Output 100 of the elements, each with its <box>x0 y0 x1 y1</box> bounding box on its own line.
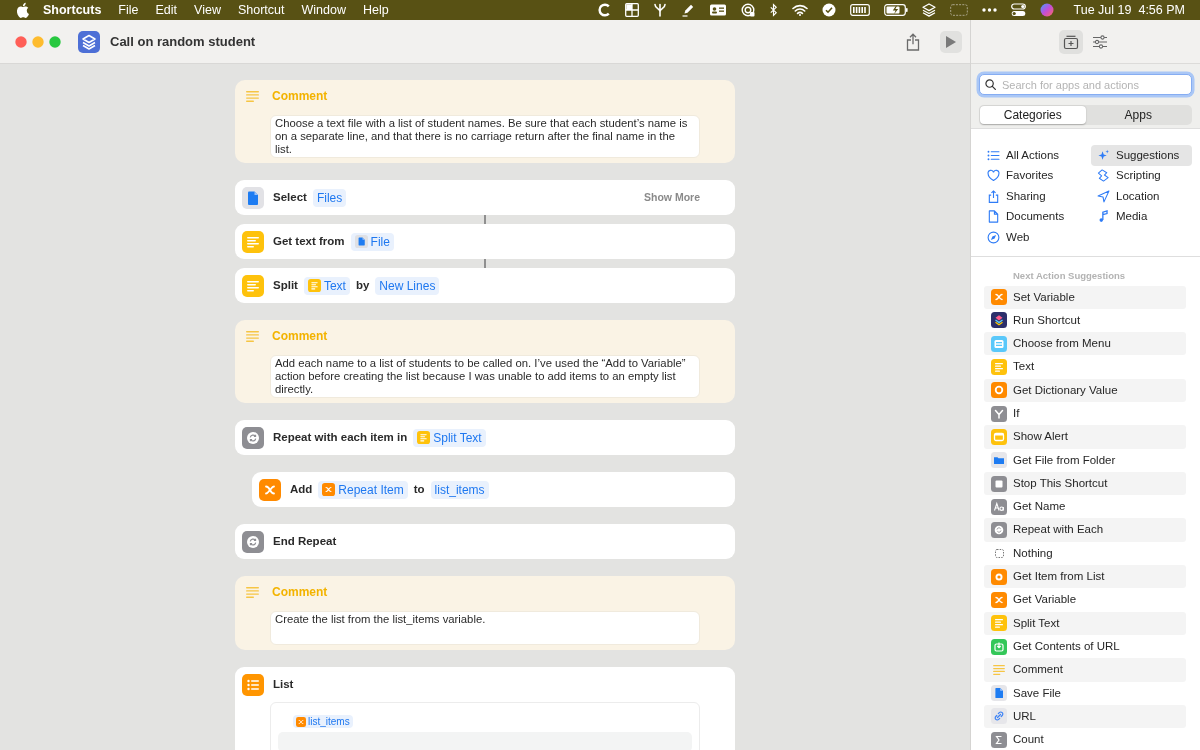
category-item[interactable]: Scripting <box>1091 165 1192 186</box>
bulleted-list-icon <box>242 673 264 696</box>
suggestion-item[interactable]: Count <box>984 728 1186 750</box>
menu-item[interactable]: File <box>118 0 139 20</box>
control-center-icon[interactable] <box>1010 3 1026 17</box>
list-icon <box>987 148 1000 162</box>
text-lines-icon <box>242 230 264 253</box>
menu-bar-date[interactable]: Tue Jul 19 <box>1073 0 1132 20</box>
comment-field[interactable]: Add each name to a list of students to be called on. I’ve used the “Add to Variable” action before creating the list because I was unable to add items to an empty list directly. <box>270 355 700 398</box>
rings-icon[interactable] <box>740 3 755 17</box>
category-item[interactable]: Media <box>1091 206 1192 227</box>
menu-item[interactable]: Shortcut <box>237 0 285 20</box>
suggestion-item[interactable]: Set Variable <box>984 285 1186 309</box>
list-editor[interactable]: list_items <box>270 702 700 750</box>
checkmark-circle-icon[interactable] <box>821 3 836 17</box>
suggestion-item[interactable]: Get Variable <box>984 588 1186 612</box>
variable-token[interactable]: File <box>350 232 394 251</box>
variable-token[interactable]: Text <box>303 276 350 295</box>
text-lines-icon <box>991 615 1007 632</box>
suggestion-item[interactable]: Show Alert <box>984 425 1186 449</box>
apple-logo-icon[interactable] <box>16 2 29 18</box>
tiles-icon[interactable] <box>624 3 639 17</box>
link-icon <box>991 708 1007 725</box>
bluetooth-icon[interactable] <box>768 3 778 17</box>
action-label: Select <box>273 189 307 205</box>
action-label: Add <box>290 481 313 497</box>
suggestion-item[interactable]: Get Item from List <box>984 565 1186 589</box>
suggestion-item[interactable]: URL <box>984 704 1186 729</box>
battery-charging-icon[interactable] <box>883 4 908 16</box>
library-button[interactable] <box>1059 29 1083 54</box>
action-label: Repeat with each item in <box>273 429 408 445</box>
app-menu[interactable]: Shortcuts <box>43 0 102 20</box>
wifi-icon[interactable] <box>791 4 808 16</box>
variable-icon <box>296 716 306 727</box>
heart-icon <box>987 169 1000 183</box>
suggestion-item[interactable]: Save File <box>984 681 1186 705</box>
category-item[interactable]: All Actions <box>981 145 1086 166</box>
window-title: Call on random student <box>110 32 256 51</box>
category-item[interactable]: Location <box>1091 186 1192 207</box>
action-label: by <box>355 277 370 293</box>
more-icon[interactable] <box>981 8 997 12</box>
category-item[interactable]: Sharing <box>981 186 1086 207</box>
menu-item[interactable]: Window <box>301 0 346 20</box>
menu-item[interactable]: Help <box>362 0 389 20</box>
action-label: Get text from <box>273 233 345 249</box>
category-item[interactable]: Documents <box>981 206 1086 227</box>
suggestion-item[interactable]: Text <box>984 355 1186 379</box>
folder-icon <box>991 452 1007 469</box>
parameter-token[interactable]: New Lines <box>375 276 440 295</box>
variable-icon <box>991 592 1007 608</box>
font-icon <box>991 498 1007 515</box>
share-icon <box>987 189 1000 203</box>
category-item[interactable]: Favorites <box>981 165 1086 186</box>
sliders-icon <box>1092 33 1108 50</box>
dashed-square-icon <box>994 548 1004 558</box>
fork-icon[interactable] <box>652 3 667 17</box>
comment-field[interactable]: Create the list from the list_items variable. <box>270 611 700 645</box>
suggestion-item[interactable]: Repeat with Each <box>984 518 1186 542</box>
variable-token[interactable]: Split Text <box>413 428 486 447</box>
suggestion-item[interactable]: Get File from Folder <box>984 448 1186 472</box>
arc-icon[interactable] <box>596 3 611 17</box>
search-field[interactable]: Search for apps and actions <box>979 74 1192 95</box>
variable-icon <box>991 289 1007 306</box>
comment-title: Comment <box>272 328 328 345</box>
lines-icon <box>993 664 1005 675</box>
dashed-rectangle-icon[interactable] <box>949 4 968 16</box>
suggestion-item[interactable]: Get Name <box>984 495 1186 519</box>
category-item[interactable]: Web <box>981 227 1086 248</box>
meter-icon[interactable] <box>849 4 870 16</box>
pen-icon[interactable] <box>680 3 695 17</box>
menu-bar-time[interactable]: 4:56 PM <box>1138 0 1185 20</box>
id-card-icon[interactable] <box>708 3 727 17</box>
ring-icon <box>991 382 1007 399</box>
suggestion-item[interactable]: Get Contents of URL <box>984 634 1186 659</box>
suggestion-item[interactable]: Split Text <box>984 611 1186 635</box>
category-item[interactable]: Suggestions <box>1091 145 1192 166</box>
suggestion-item[interactable]: Stop This Shortcut <box>984 471 1186 496</box>
menu-item[interactable]: Edit <box>155 0 178 20</box>
category-tab[interactable]: Categories <box>980 106 1086 124</box>
run-button[interactable] <box>940 30 962 53</box>
close-icon[interactable] <box>15 35 27 48</box>
parameter-token[interactable]: Files <box>312 188 347 207</box>
repeat-icon <box>242 530 264 553</box>
parameter-token[interactable]: list_items <box>430 480 489 499</box>
suggestion-item[interactable]: Run Shortcut <box>984 308 1186 333</box>
variable-token[interactable]: list_items <box>293 715 353 728</box>
comment-field[interactable]: Choose a text file with a list of student names. Be sure that each student’s name is on a separate line, and that there is no carriage return after the final name in the list. <box>270 115 700 158</box>
suggestion-item[interactable]: Get Dictionary Value <box>984 378 1186 402</box>
action-label: Split <box>273 277 298 293</box>
category-tab[interactable]: Apps <box>1085 106 1191 124</box>
suggestion-item[interactable]: Choose from Menu <box>984 332 1186 356</box>
comment-title: Comment <box>272 88 328 105</box>
layers-icon[interactable] <box>921 3 936 17</box>
suggestion-item[interactable]: Comment <box>984 658 1186 682</box>
menu-item[interactable]: View <box>194 0 221 20</box>
share-button[interactable] <box>906 32 920 51</box>
variable-token[interactable]: Repeat Item <box>318 480 408 499</box>
suggestion-item[interactable]: Nothing <box>984 541 1186 566</box>
suggestion-item[interactable]: If <box>984 402 1186 426</box>
fork-icon <box>991 405 1007 422</box>
